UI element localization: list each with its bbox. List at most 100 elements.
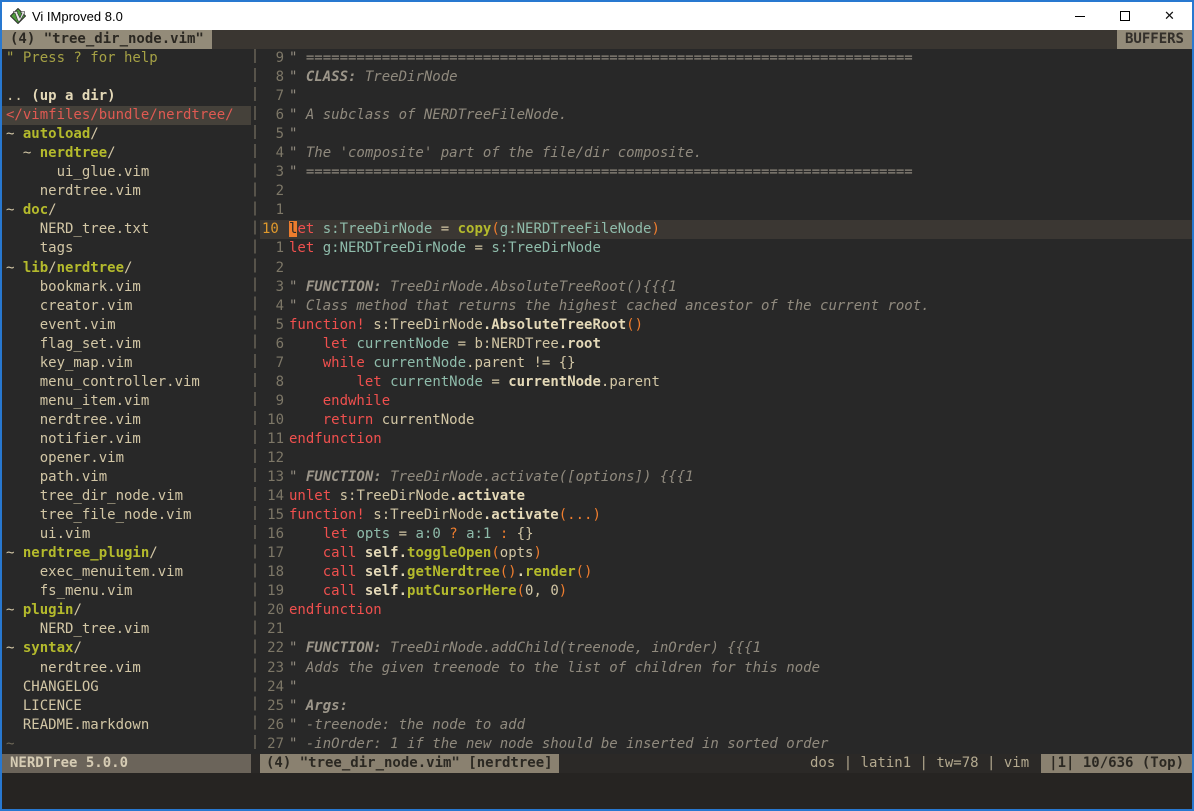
code-line[interactable]: 13" FUNCTION: TreeDirNode.activate([opti… (260, 468, 1192, 487)
tree-row[interactable]: .. (up a dir) (6, 87, 251, 106)
line-text (289, 449, 1192, 468)
code-line[interactable]: 22" FUNCTION: TreeDirNode.addChild(treen… (260, 639, 1192, 658)
code-pane[interactable]: 9" =====================================… (260, 49, 1192, 754)
tree-row[interactable]: fs_menu.vim (6, 582, 251, 601)
line-text: function! s:TreeDirNode.AbsoluteTreeRoot… (289, 316, 1192, 335)
tree-row[interactable]: CHANGELOG (6, 678, 251, 697)
code-line[interactable]: 4" The 'composite' part of the file/dir … (260, 144, 1192, 163)
code-line[interactable]: 3" FUNCTION: TreeDirNode.AbsoluteTreeRoo… (260, 278, 1192, 297)
code-line[interactable]: 9 endwhile (260, 392, 1192, 411)
minimize-button[interactable] (1057, 2, 1102, 30)
tree-row[interactable]: ~ nerdtree_plugin/ (6, 544, 251, 563)
code-line[interactable]: 1 (260, 201, 1192, 220)
tree-row[interactable]: nerdtree.vim (6, 411, 251, 430)
code-line[interactable]: 9" =====================================… (260, 49, 1192, 68)
window-separator[interactable] (251, 49, 260, 754)
code-line[interactable]: 12 (260, 449, 1192, 468)
tree-row[interactable]: NERD_tree.txt (6, 220, 251, 239)
tree-row[interactable]: NERD_tree.vim (6, 620, 251, 639)
code-line[interactable]: 18 call self.getNerdtree().render() (260, 563, 1192, 582)
tree-row[interactable]: ~ autoload/ (6, 125, 251, 144)
line-number: 24 (260, 678, 289, 697)
line-text: " Class method that returns the highest … (289, 297, 1192, 316)
code-line[interactable]: 4" Class method that returns the highest… (260, 297, 1192, 316)
tree-row[interactable]: event.vim (6, 316, 251, 335)
code-line[interactable]: 2 (260, 182, 1192, 201)
line-number: 4 (260, 297, 289, 316)
line-text: call self.toggleOpen(opts) (289, 544, 1192, 563)
tree-row[interactable] (6, 68, 251, 87)
command-line[interactable] (2, 773, 1192, 809)
tree-row[interactable]: menu_item.vim (6, 392, 251, 411)
tree-row[interactable]: opener.vim (6, 449, 251, 468)
code-line[interactable]: 3" =====================================… (260, 163, 1192, 182)
tree-row[interactable]: tags (6, 239, 251, 258)
tree-row[interactable]: tree_dir_node.vim (6, 487, 251, 506)
code-line[interactable]: 10 return currentNode (260, 411, 1192, 430)
code-line[interactable]: 26" -treenode: the node to add (260, 716, 1192, 735)
code-line[interactable]: 24" (260, 678, 1192, 697)
maximize-button[interactable] (1102, 2, 1147, 30)
code-line[interactable]: 8" CLASS: TreeDirNode (260, 68, 1192, 87)
tree-row[interactable]: nerdtree.vim (6, 659, 251, 678)
code-line-current[interactable]: 10let s:TreeDirNode = copy(g:NERDTreeFil… (260, 220, 1192, 239)
tree-row[interactable]: ~ (6, 735, 251, 754)
line-number: 2 (260, 259, 289, 278)
code-line[interactable]: 11endfunction (260, 430, 1192, 449)
code-line[interactable]: 14unlet s:TreeDirNode.activate (260, 487, 1192, 506)
code-line[interactable]: 19 call self.putCursorHere(0, 0) (260, 582, 1192, 601)
tree-row[interactable]: path.vim (6, 468, 251, 487)
tree-row[interactable]: " Press ? for help (6, 49, 251, 68)
tree-row[interactable]: ~ plugin/ (6, 601, 251, 620)
code-line[interactable]: 27" -inOrder: 1 if the new node should b… (260, 735, 1192, 754)
tree-row[interactable]: key_map.vim (6, 354, 251, 373)
code-line[interactable]: 6 let currentNode = b:NERDTree.root (260, 335, 1192, 354)
tree-row[interactable]: ui.vim (6, 525, 251, 544)
tree-row[interactable]: tree_file_node.vim (6, 506, 251, 525)
code-line[interactable]: 7 while currentNode.parent != {} (260, 354, 1192, 373)
code-line[interactable]: 7" (260, 87, 1192, 106)
tab-tree-dir-node[interactable]: (4) "tree_dir_node.vim" (2, 30, 212, 49)
line-number: 6 (260, 335, 289, 354)
nerdtree-panel[interactable]: " Press ? for help .. (up a dir)</vimfile… (2, 49, 251, 754)
tree-row[interactable]: README.markdown (6, 716, 251, 735)
tree-row[interactable]: flag_set.vim (6, 335, 251, 354)
line-text: call self.getNerdtree().render() (289, 563, 1192, 582)
code-line[interactable]: 5function! s:TreeDirNode.AbsoluteTreeRoo… (260, 316, 1192, 335)
line-number: 26 (260, 716, 289, 735)
tree-row[interactable]: ~ syntax/ (6, 639, 251, 658)
close-button[interactable]: ✕ (1147, 2, 1192, 30)
statusline-ruler: |1| 10/636 (Top) (1041, 754, 1192, 773)
code-line[interactable]: 23" Adds the given treenode to the list … (260, 659, 1192, 678)
tree-row[interactable]: creator.vim (6, 297, 251, 316)
tree-row[interactable]: notifier.vim (6, 430, 251, 449)
code-line[interactable]: 25" Args: (260, 697, 1192, 716)
line-number: 22 (260, 639, 289, 658)
code-line[interactable]: 1let g:NERDTreeDirNode = s:TreeDirNode (260, 239, 1192, 258)
code-line[interactable]: 16 let opts = a:0 ? a:1 : {} (260, 525, 1192, 544)
statusline-gap (251, 754, 260, 773)
tree-row[interactable]: nerdtree.vim (6, 182, 251, 201)
line-number: 13 (260, 468, 289, 487)
code-line[interactable]: 15function! s:TreeDirNode.activate(...) (260, 506, 1192, 525)
line-text: " -inOrder: 1 if the new node should be … (289, 735, 1192, 754)
line-number: 3 (260, 163, 289, 182)
statusline-file-info: dos | latin1 | tw=78 | vim (810, 754, 1041, 773)
code-line[interactable]: 2 (260, 259, 1192, 278)
tree-row[interactable]: ~ doc/ (6, 201, 251, 220)
tree-row[interactable]: menu_controller.vim (6, 373, 251, 392)
tree-row[interactable]: ~ lib/nerdtree/ (6, 259, 251, 278)
tree-row[interactable]: exec_menuitem.vim (6, 563, 251, 582)
code-line[interactable]: 20endfunction (260, 601, 1192, 620)
code-line[interactable]: 21 (260, 620, 1192, 639)
code-line[interactable]: 8 let currentNode = currentNode.parent (260, 373, 1192, 392)
code-line[interactable]: 6" A subclass of NERDTreeFileNode. (260, 106, 1192, 125)
tree-root-row[interactable]: </vimfiles/bundle/nerdtree/ (2, 106, 251, 125)
tree-row[interactable]: LICENCE (6, 697, 251, 716)
line-text: unlet s:TreeDirNode.activate (289, 487, 1192, 506)
code-line[interactable]: 5" (260, 125, 1192, 144)
tree-row[interactable]: ~ nerdtree/ (6, 144, 251, 163)
code-line[interactable]: 17 call self.toggleOpen(opts) (260, 544, 1192, 563)
tree-row[interactable]: ui_glue.vim (6, 163, 251, 182)
tree-row[interactable]: bookmark.vim (6, 278, 251, 297)
